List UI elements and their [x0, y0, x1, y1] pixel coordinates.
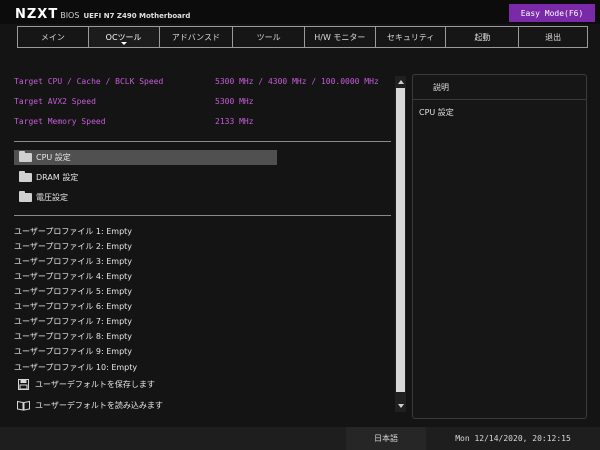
scroll-down-arrow-icon[interactable] — [398, 404, 404, 408]
info-value: 5300 MHz — [215, 97, 254, 106]
tab-advanced[interactable]: アドバンスド — [159, 27, 234, 48]
description-header: 説明 — [413, 75, 586, 100]
info-label: Target Memory Speed — [14, 117, 106, 126]
user-profile-8[interactable]: ユーザープロファイル 8: Empty — [14, 331, 132, 344]
info-label: Target CPU / Cache / BCLK Speed — [14, 77, 164, 86]
scroll-up-arrow-icon[interactable] — [398, 80, 404, 84]
tab-exit[interactable]: 退出 — [519, 27, 588, 48]
scrollbar[interactable] — [395, 76, 406, 412]
divider — [14, 141, 391, 142]
menu-item-label: 電圧設定 — [36, 193, 68, 202]
user-profile-9[interactable]: ユーザープロファイル 9: Empty — [14, 346, 132, 359]
menu-item-voltage-settings[interactable]: 電圧設定 — [14, 190, 277, 205]
top-bar: NZXT BIOS UEFI N7 Z490 Motherboard Easy … — [0, 0, 600, 24]
info-value: 2133 MHz — [215, 117, 254, 126]
caret-down-icon — [120, 42, 127, 45]
scroll-thumb[interactable] — [396, 88, 405, 392]
user-profile-7[interactable]: ユーザープロファイル 7: Empty — [14, 316, 132, 329]
tab-boot[interactable]: 起動 — [446, 27, 520, 48]
info-value: 5300 MHz / 4300 MHz / 100.0000 MHz — [215, 77, 379, 86]
tab-oc-tools[interactable]: OCツール — [88, 27, 160, 48]
menu-item-cpu-settings[interactable]: CPU 設定 — [14, 150, 277, 165]
info-row-cpu-speed: Target CPU / Cache / BCLK Speed 5300 MHz… — [14, 77, 384, 89]
divider — [14, 215, 391, 216]
info-label: Target AVX2 Speed — [14, 97, 96, 106]
folder-icon — [19, 191, 32, 202]
description-panel: 説明 CPU 設定 — [412, 74, 587, 419]
date-time: Mon 12/14/2020, 20:12:15 — [455, 434, 571, 443]
easy-mode-button[interactable]: Easy Mode(F6) — [509, 4, 595, 22]
menu-item-dram-settings[interactable]: DRAM 設定 — [14, 170, 277, 185]
floppy-disk-icon — [17, 378, 30, 390]
open-book-icon — [17, 399, 30, 411]
folder-icon — [19, 171, 32, 182]
motherboard-model: UEFI N7 Z490 Motherboard — [83, 12, 191, 20]
tab-oc-tools-label: OCツール — [105, 32, 142, 42]
menu-item-label: CPU 設定 — [36, 153, 71, 162]
main-tabs: メイン OCツール アドバンスド ツール H/W モニター セキュリティ 起動 … — [17, 26, 588, 48]
tab-hw-monitor[interactable]: H/W モニター — [304, 27, 376, 48]
nzxt-logo: NZXT — [15, 7, 59, 22]
tab-tools[interactable]: ツール — [233, 27, 305, 48]
user-profile-3[interactable]: ユーザープロファイル 3: Empty — [14, 256, 132, 269]
action-label: ユーザーデフォルトを読み込みます — [35, 400, 163, 410]
info-row-avx2-speed: Target AVX2 Speed 5300 MHz — [14, 97, 384, 109]
folder-icon — [19, 151, 32, 162]
user-profile-4[interactable]: ユーザープロファイル 4: Empty — [14, 271, 132, 284]
action-label: ユーザーデフォルトを保存します — [35, 379, 155, 389]
status-bar: 日本語 Mon 12/14/2020, 20:12:15 — [0, 427, 600, 450]
menu-item-label: DRAM 設定 — [36, 173, 79, 182]
save-user-defaults[interactable]: ユーザーデフォルトを保存します — [17, 377, 155, 391]
tab-security[interactable]: セキュリティ — [375, 27, 447, 48]
user-profile-5[interactable]: ユーザープロファイル 5: Empty — [14, 286, 132, 299]
description-title: 説明 — [433, 82, 449, 92]
user-profile-2[interactable]: ユーザープロファイル 2: Empty — [14, 241, 132, 254]
tab-main[interactable]: メイン — [18, 27, 89, 48]
description-text: CPU 設定 — [419, 108, 454, 117]
user-profile-6[interactable]: ユーザープロファイル 6: Empty — [14, 301, 132, 314]
bios-label: BIOS — [60, 11, 80, 20]
info-row-memory-speed: Target Memory Speed 2133 MHz — [14, 117, 384, 129]
user-profile-10[interactable]: ユーザープロファイル 10: Empty — [14, 362, 137, 375]
language-selector[interactable]: 日本語 — [346, 427, 426, 450]
load-user-defaults[interactable]: ユーザーデフォルトを読み込みます — [17, 398, 163, 412]
user-profile-1[interactable]: ユーザープロファイル 1: Empty — [14, 226, 132, 239]
brand: NZXT BIOS UEFI N7 Z490 Motherboard — [15, 7, 190, 22]
